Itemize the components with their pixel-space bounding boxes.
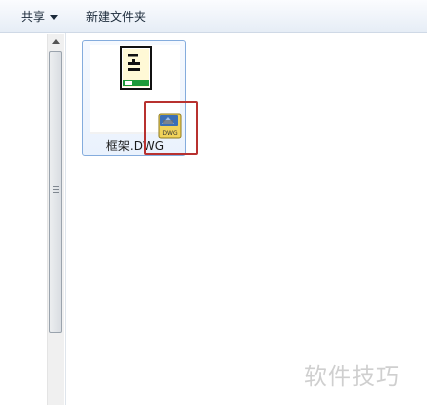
new-folder-label: 新建文件夹 <box>86 10 147 24</box>
share-label: 共享 <box>21 10 46 24</box>
nav-pane-scrollbar[interactable] <box>47 34 64 405</box>
watermark: 软件技巧 <box>298 342 427 405</box>
new-folder-button[interactable]: 新建文件夹 <box>86 9 146 25</box>
scroll-up-arrow-icon[interactable] <box>48 34 64 50</box>
share-menu-button[interactable]: 共享 <box>21 9 59 25</box>
scroll-thumb[interactable] <box>49 51 62 333</box>
file-explorer-window: 共享 新建文件夹 DWG 框架.DWG 软件技巧 <box>0 0 427 405</box>
watermark-text: 软件技巧 <box>304 364 400 390</box>
chevron-down-icon <box>50 15 59 20</box>
annotation-highlight-box <box>144 101 198 155</box>
command-bar: 共享 新建文件夹 <box>0 0 427 33</box>
scroll-grip-icon <box>53 186 59 194</box>
